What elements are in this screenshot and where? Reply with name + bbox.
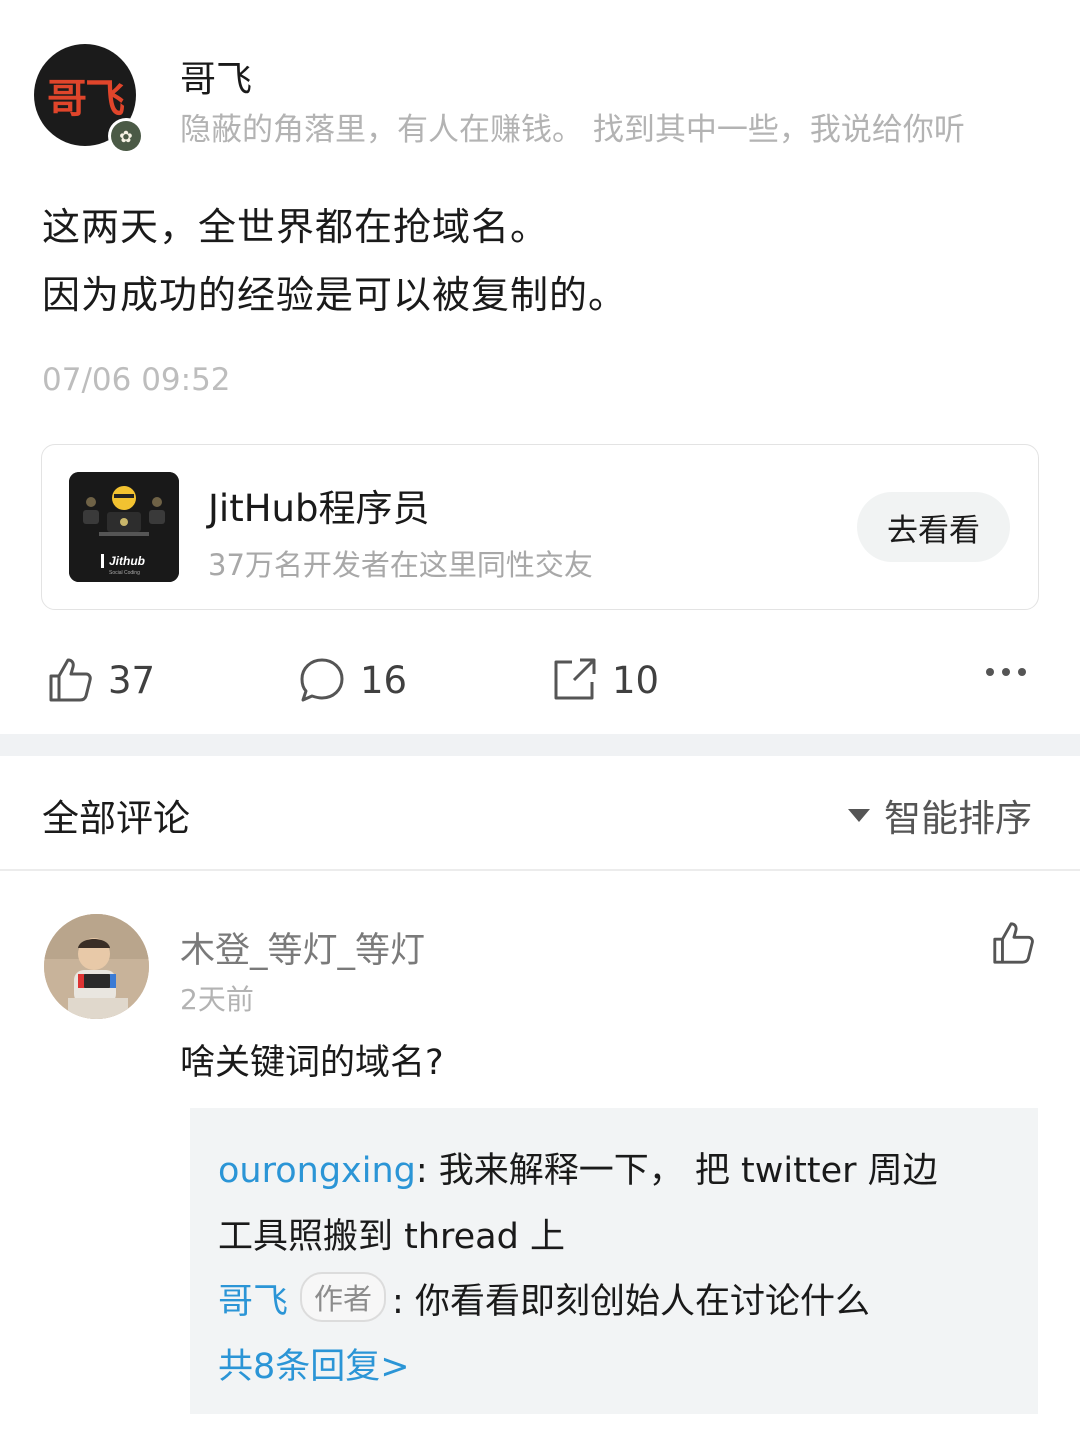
author-tag: 作者 <box>300 1272 387 1322</box>
comment-like-button[interactable] <box>990 920 1036 970</box>
triangle-down-icon <box>848 808 870 822</box>
reply-1-text: 我来解释一下， 把 twitter 周边 <box>438 1151 938 1191</box>
card-subtitle: 37万名开发者在这里同性交友 <box>208 548 593 582</box>
sort-dropdown[interactable]: 智能排序 <box>848 788 1032 842</box>
thumbs-up-icon <box>49 658 92 702</box>
comment-time: 2天前 <box>180 983 254 1016</box>
share-button[interactable]: 10 <box>550 654 659 706</box>
sort-label: 智能排序 <box>884 797 1032 840</box>
reply-2: 哥飞 作者: 你看看即刻创始人在讨论什么 <box>218 1272 870 1324</box>
post-timestamp: 07/06 09:52 <box>42 362 231 398</box>
comment-count: 16 <box>360 658 408 702</box>
comments-divider <box>0 869 1080 871</box>
comments-title: 全部评论 <box>42 797 190 840</box>
reply-2-separator: : <box>392 1282 415 1322</box>
comment-bubble-icon <box>300 658 344 702</box>
go-see-button-label: 去看看 <box>887 512 980 549</box>
section-divider <box>0 734 1080 756</box>
commenter-name[interactable]: 木登_等灯_等灯 <box>180 922 425 973</box>
share-count: 10 <box>612 658 660 702</box>
reply-1-user[interactable]: ourongxing <box>218 1151 416 1191</box>
reply-1-separator: : <box>415 1151 439 1191</box>
author-name[interactable]: 哥飞 <box>180 50 252 102</box>
like-count: 37 <box>108 658 156 702</box>
post-text-line-2: 因为成功的经验是可以被复制的。 <box>42 273 628 317</box>
reply-2-text: 你看看即刻创始人在讨论什么 <box>414 1282 870 1322</box>
reply-1-line-2: 工具照搬到 thread 上 <box>218 1217 565 1257</box>
go-see-button[interactable]: 去看看 <box>857 492 1010 562</box>
view-all-replies-link[interactable]: 共8条回复> <box>218 1338 410 1389</box>
post-text-line-1: 这两天，全世界都在抢域名。 <box>42 205 550 249</box>
comment-button[interactable]: 16 <box>298 654 407 706</box>
author-avatar-text: 哥飞 <box>47 76 125 122</box>
verified-badge-icon: ✿ <box>108 118 144 154</box>
logo-subtext: Social Coding <box>109 570 140 576</box>
thumbs-up-icon <box>993 922 1034 964</box>
share-icon <box>554 658 596 700</box>
comment-text: 啥关键词的域名? <box>180 1043 444 1083</box>
author-bio: 隐蔽的角落里，有人在赚钱。 找到其中一些，我说给你听 <box>180 112 965 148</box>
reply-2-user[interactable]: 哥飞 <box>218 1282 288 1322</box>
jithub-logo-image: Jithub Social Coding <box>69 472 179 582</box>
logo-text: Jithub <box>109 554 145 568</box>
card-title[interactable]: JitHub程序员 <box>208 478 429 532</box>
more-options-icon[interactable] <box>986 668 1026 676</box>
like-button[interactable]: 37 <box>46 654 155 706</box>
commenter-avatar[interactable] <box>44 914 149 1019</box>
reply-1-line-1: ourongxing: 我来解释一下， 把 twitter 周边 <box>218 1142 938 1193</box>
